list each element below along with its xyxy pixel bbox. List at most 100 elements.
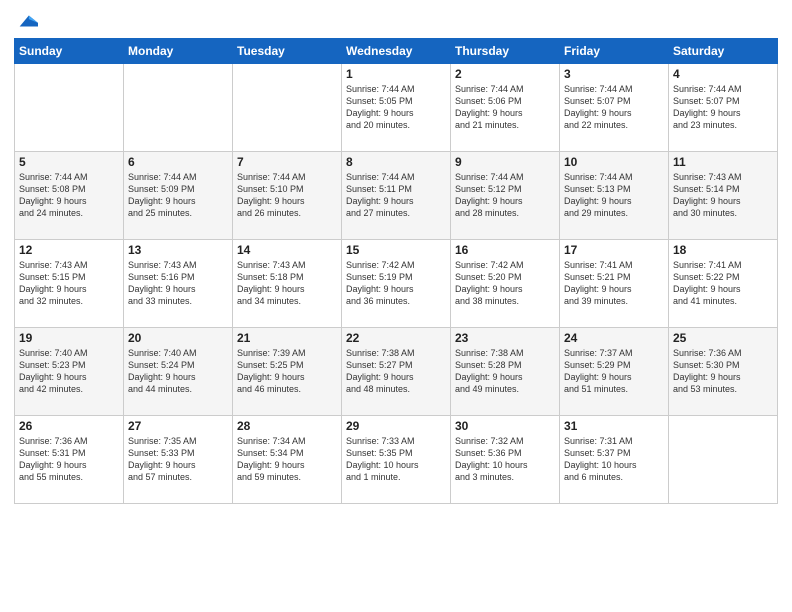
day-header-sunday: Sunday [15,39,124,64]
calendar-cell: 4 Sunrise: 7:44 AMSunset: 5:07 PMDaylight… [669,64,778,152]
day-number: 21 [237,331,337,345]
calendar-cell: 18 Sunrise: 7:41 AMSunset: 5:22 PMDayligh… [669,240,778,328]
calendar-cell: 25 Sunrise: 7:36 AMSunset: 5:30 PMDayligh… [669,328,778,416]
day-info: Sunrise: 7:35 AMSunset: 5:33 PMDaylight:… [128,435,228,484]
day-number: 29 [346,419,446,433]
calendar-cell: 13 Sunrise: 7:43 AMSunset: 5:16 PMDayligh… [124,240,233,328]
calendar-cell: 10 Sunrise: 7:44 AMSunset: 5:13 PMDayligh… [560,152,669,240]
day-info: Sunrise: 7:42 AMSunset: 5:19 PMDaylight:… [346,259,446,308]
day-info: Sunrise: 7:38 AMSunset: 5:27 PMDaylight:… [346,347,446,396]
page: SundayMondayTuesdayWednesdayThursdayFrid… [0,0,792,612]
calendar-cell: 29Sunrise: 7:33 AMSunset: 5:35 PMDayligh… [342,416,451,504]
day-number: 2 [455,67,555,81]
calendar-cell: 12Sunrise: 7:43 AMSunset: 5:15 PMDayligh… [15,240,124,328]
day-info: Sunrise: 7:36 AMSunset: 5:31 PMDaylight:… [19,435,119,484]
day-number: 17 [564,243,664,257]
day-number: 24 [564,331,664,345]
calendar-week-row: 12Sunrise: 7:43 AMSunset: 5:15 PMDayligh… [15,240,778,328]
day-number: 8 [346,155,446,169]
day-info: Sunrise: 7:44 AMSunset: 5:09 PMDaylight:… [128,171,228,220]
day-info: Sunrise: 7:37 AMSunset: 5:29 PMDaylight:… [564,347,664,396]
day-number: 9 [455,155,555,169]
day-header-tuesday: Tuesday [233,39,342,64]
day-number: 14 [237,243,337,257]
calendar-cell: 8 Sunrise: 7:44 AMSunset: 5:11 PMDaylight… [342,152,451,240]
day-info: Sunrise: 7:40 AMSunset: 5:24 PMDaylight:… [128,347,228,396]
calendar-cell: 16 Sunrise: 7:42 AMSunset: 5:20 PMDayligh… [451,240,560,328]
calendar-cell: 15Sunrise: 7:42 AMSunset: 5:19 PMDayligh… [342,240,451,328]
day-info: Sunrise: 7:43 AMSunset: 5:14 PMDaylight:… [673,171,773,220]
day-number: 22 [346,331,446,345]
calendar-cell: 22 Sunrise: 7:38 AMSunset: 5:27 PMDayligh… [342,328,451,416]
day-info: Sunrise: 7:32 AMSunset: 5:36 PMDaylight:… [455,435,555,484]
calendar-cell: 5 Sunrise: 7:44 AMSunset: 5:08 PMDaylight… [15,152,124,240]
calendar-cell: 3 Sunrise: 7:44 AMSunset: 5:07 PMDaylight… [560,64,669,152]
day-number: 10 [564,155,664,169]
calendar-week-row: 1 Sunrise: 7:44 AMSunset: 5:05 PMDaylight… [15,64,778,152]
calendar-table: SundayMondayTuesdayWednesdayThursdayFrid… [14,38,778,504]
calendar-cell [15,64,124,152]
day-header-wednesday: Wednesday [342,39,451,64]
day-info: Sunrise: 7:31 AMSunset: 5:37 PMDaylight:… [564,435,664,484]
day-info: Sunrise: 7:44 AMSunset: 5:11 PMDaylight:… [346,171,446,220]
day-info: Sunrise: 7:43 AMSunset: 5:16 PMDaylight:… [128,259,228,308]
calendar-cell: 7 Sunrise: 7:44 AMSunset: 5:10 PMDaylight… [233,152,342,240]
calendar-cell [124,64,233,152]
day-info: Sunrise: 7:41 AMSunset: 5:21 PMDaylight:… [564,259,664,308]
day-info: Sunrise: 7:43 AMSunset: 5:18 PMDaylight:… [237,259,337,308]
calendar-cell: 1 Sunrise: 7:44 AMSunset: 5:05 PMDaylight… [342,64,451,152]
calendar-cell: 11Sunrise: 7:43 AMSunset: 5:14 PMDayligh… [669,152,778,240]
calendar-week-row: 19Sunrise: 7:40 AMSunset: 5:23 PMDayligh… [15,328,778,416]
day-number: 20 [128,331,228,345]
calendar-cell: 21Sunrise: 7:39 AMSunset: 5:25 PMDayligh… [233,328,342,416]
day-info: Sunrise: 7:44 AMSunset: 5:06 PMDaylight:… [455,83,555,132]
day-info: Sunrise: 7:44 AMSunset: 5:10 PMDaylight:… [237,171,337,220]
calendar-cell: 9 Sunrise: 7:44 AMSunset: 5:12 PMDaylight… [451,152,560,240]
day-number: 26 [19,419,119,433]
day-info: Sunrise: 7:42 AMSunset: 5:20 PMDaylight:… [455,259,555,308]
day-number: 4 [673,67,773,81]
calendar-cell: 27 Sunrise: 7:35 AMSunset: 5:33 PMDayligh… [124,416,233,504]
day-number: 28 [237,419,337,433]
calendar-cell: 30 Sunrise: 7:32 AMSunset: 5:36 PMDayligh… [451,416,560,504]
day-info: Sunrise: 7:44 AMSunset: 5:07 PMDaylight:… [564,83,664,132]
calendar-cell: 17 Sunrise: 7:41 AMSunset: 5:21 PMDayligh… [560,240,669,328]
calendar-cell [233,64,342,152]
day-header-friday: Friday [560,39,669,64]
calendar-cell: 14 Sunrise: 7:43 AMSunset: 5:18 PMDayligh… [233,240,342,328]
day-info: Sunrise: 7:44 AMSunset: 5:08 PMDaylight:… [19,171,119,220]
day-info: Sunrise: 7:38 AMSunset: 5:28 PMDaylight:… [455,347,555,396]
logo [14,10,38,32]
day-number: 30 [455,419,555,433]
day-info: Sunrise: 7:44 AMSunset: 5:13 PMDaylight:… [564,171,664,220]
day-number: 25 [673,331,773,345]
day-number: 27 [128,419,228,433]
calendar-cell: 24 Sunrise: 7:37 AMSunset: 5:29 PMDayligh… [560,328,669,416]
day-number: 1 [346,67,446,81]
calendar-cell: 26 Sunrise: 7:36 AMSunset: 5:31 PMDayligh… [15,416,124,504]
day-header-thursday: Thursday [451,39,560,64]
day-number: 13 [128,243,228,257]
day-number: 5 [19,155,119,169]
day-header-saturday: Saturday [669,39,778,64]
calendar-cell: 31 Sunrise: 7:31 AMSunset: 5:37 PMDayligh… [560,416,669,504]
day-info: Sunrise: 7:34 AMSunset: 5:34 PMDaylight:… [237,435,337,484]
calendar-cell: 2 Sunrise: 7:44 AMSunset: 5:06 PMDaylight… [451,64,560,152]
day-info: Sunrise: 7:36 AMSunset: 5:30 PMDaylight:… [673,347,773,396]
day-number: 7 [237,155,337,169]
calendar-week-row: 26 Sunrise: 7:36 AMSunset: 5:31 PMDayligh… [15,416,778,504]
day-number: 31 [564,419,664,433]
calendar-cell: 6 Sunrise: 7:44 AMSunset: 5:09 PMDaylight… [124,152,233,240]
day-info: Sunrise: 7:44 AMSunset: 5:07 PMDaylight:… [673,83,773,132]
header [14,10,778,32]
calendar-cell: 20 Sunrise: 7:40 AMSunset: 5:24 PMDayligh… [124,328,233,416]
day-number: 3 [564,67,664,81]
day-info: Sunrise: 7:41 AMSunset: 5:22 PMDaylight:… [673,259,773,308]
day-number: 18 [673,243,773,257]
calendar-cell: 28 Sunrise: 7:34 AMSunset: 5:34 PMDayligh… [233,416,342,504]
calendar-week-row: 5 Sunrise: 7:44 AMSunset: 5:08 PMDaylight… [15,152,778,240]
day-number: 6 [128,155,228,169]
day-info: Sunrise: 7:44 AMSunset: 5:12 PMDaylight:… [455,171,555,220]
day-info: Sunrise: 7:44 AMSunset: 5:05 PMDaylight:… [346,83,446,132]
day-number: 16 [455,243,555,257]
